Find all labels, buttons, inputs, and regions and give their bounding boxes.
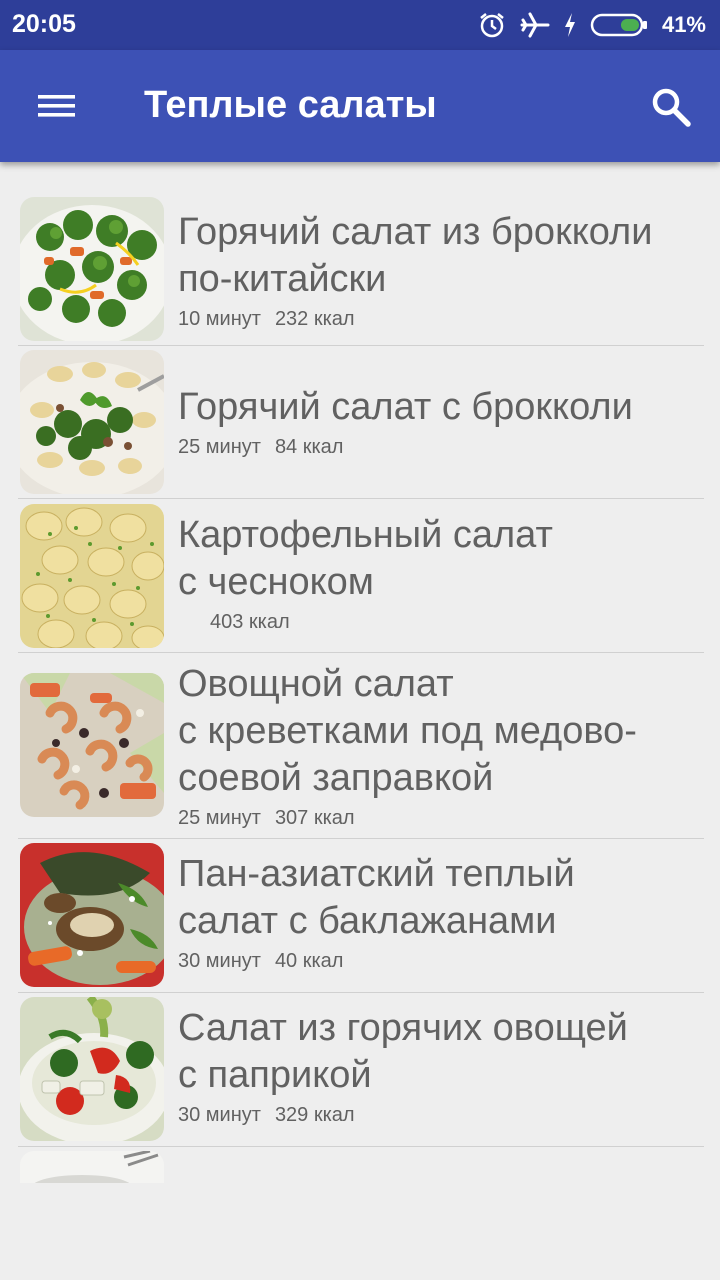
- recipe-title: Горячий салат из брокколи по-китайски: [178, 211, 653, 300]
- recipe-meta: 10 минут 232 ккал: [178, 308, 704, 331]
- app-bar: Теплые салаты: [0, 50, 720, 162]
- recipe-thumbnail: [20, 1151, 164, 1183]
- recipe-item[interactable]: Салат из горячих овощей с паприкой 30 ми…: [18, 993, 704, 1147]
- recipe-title: Картофельный салат с чесноком: [178, 514, 553, 603]
- recipe-title: Пан-азиатский теплый салат с баклажанами: [178, 853, 575, 942]
- battery-percent: 41%: [661, 12, 706, 37]
- recipe-item[interactable]: Овощной салат с креветками под медово- с…: [18, 653, 704, 839]
- recipe-thumbnail: [20, 350, 164, 494]
- recipe-calories: 232 ккал: [274, 308, 355, 330]
- recipe-meta: 403 ккал: [178, 611, 704, 634]
- recipe-thumbnail: [20, 997, 164, 1141]
- recipe-item-partial[interactable]: [18, 1147, 704, 1183]
- recipe-thumbnail: [20, 673, 164, 817]
- charging-icon: [564, 13, 575, 37]
- recipe-meta: 25 минут 84 ккал: [178, 436, 704, 459]
- airplane-icon: [520, 12, 550, 38]
- recipe-item[interactable]: Горячий салат с брокколи 25 минут 84 ккал: [18, 346, 704, 499]
- recipe-calories: 40 ккал: [274, 950, 344, 972]
- recipe-meta: 30 минут 40 ккал: [178, 950, 704, 973]
- recipe-item[interactable]: Горячий салат из брокколи по-китайски 10…: [18, 195, 704, 346]
- recipe-title: Салат из горячих овощей с паприкой: [178, 1007, 628, 1096]
- recipe-calories: 84 ккал: [274, 436, 344, 458]
- recipe-thumbnail: [20, 843, 164, 987]
- recipe-meta: 30 минут 329 ккал: [178, 1104, 704, 1127]
- recipe-meta: 25 минут 307 ккал: [178, 807, 704, 830]
- recipe-time: 25 минут: [178, 436, 261, 458]
- recipe-thumbnail: [20, 504, 164, 648]
- alarm-icon: [480, 13, 504, 38]
- recipe-item[interactable]: Пан-азиатский теплый салат с баклажанами…: [18, 839, 704, 993]
- recipe-list: Горячий салат из брокколи по-китайски 10…: [18, 195, 704, 1183]
- recipe-calories: 329 ккал: [274, 1104, 355, 1126]
- recipe-item[interactable]: Картофельный салат с чесноком 403 ккал: [18, 499, 704, 653]
- menu-button[interactable]: [30, 88, 82, 124]
- recipe-calories: 307 ккал: [274, 807, 355, 829]
- status-time: 20:05: [12, 10, 76, 38]
- recipe-time: 30 минут: [178, 1104, 261, 1126]
- search-icon: [652, 88, 691, 127]
- recipe-time: 25 минут: [178, 807, 261, 829]
- page-title: Теплые салаты: [144, 84, 437, 126]
- recipe-thumbnail: [20, 197, 164, 341]
- status-icons: 41%: [478, 10, 706, 40]
- battery-icon: [590, 13, 647, 37]
- menu-icon: [38, 95, 75, 117]
- recipe-title: Горячий салат с брокколи: [178, 386, 633, 428]
- recipe-time: 30 минут: [178, 950, 261, 972]
- status-bar: 20:05 41%: [0, 0, 720, 50]
- recipe-time: 10 минут: [178, 308, 261, 330]
- recipe-title: Овощной салат с креветками под медово- с…: [178, 663, 637, 799]
- search-button[interactable]: [648, 84, 694, 130]
- recipe-calories: 403 ккал: [210, 611, 290, 633]
